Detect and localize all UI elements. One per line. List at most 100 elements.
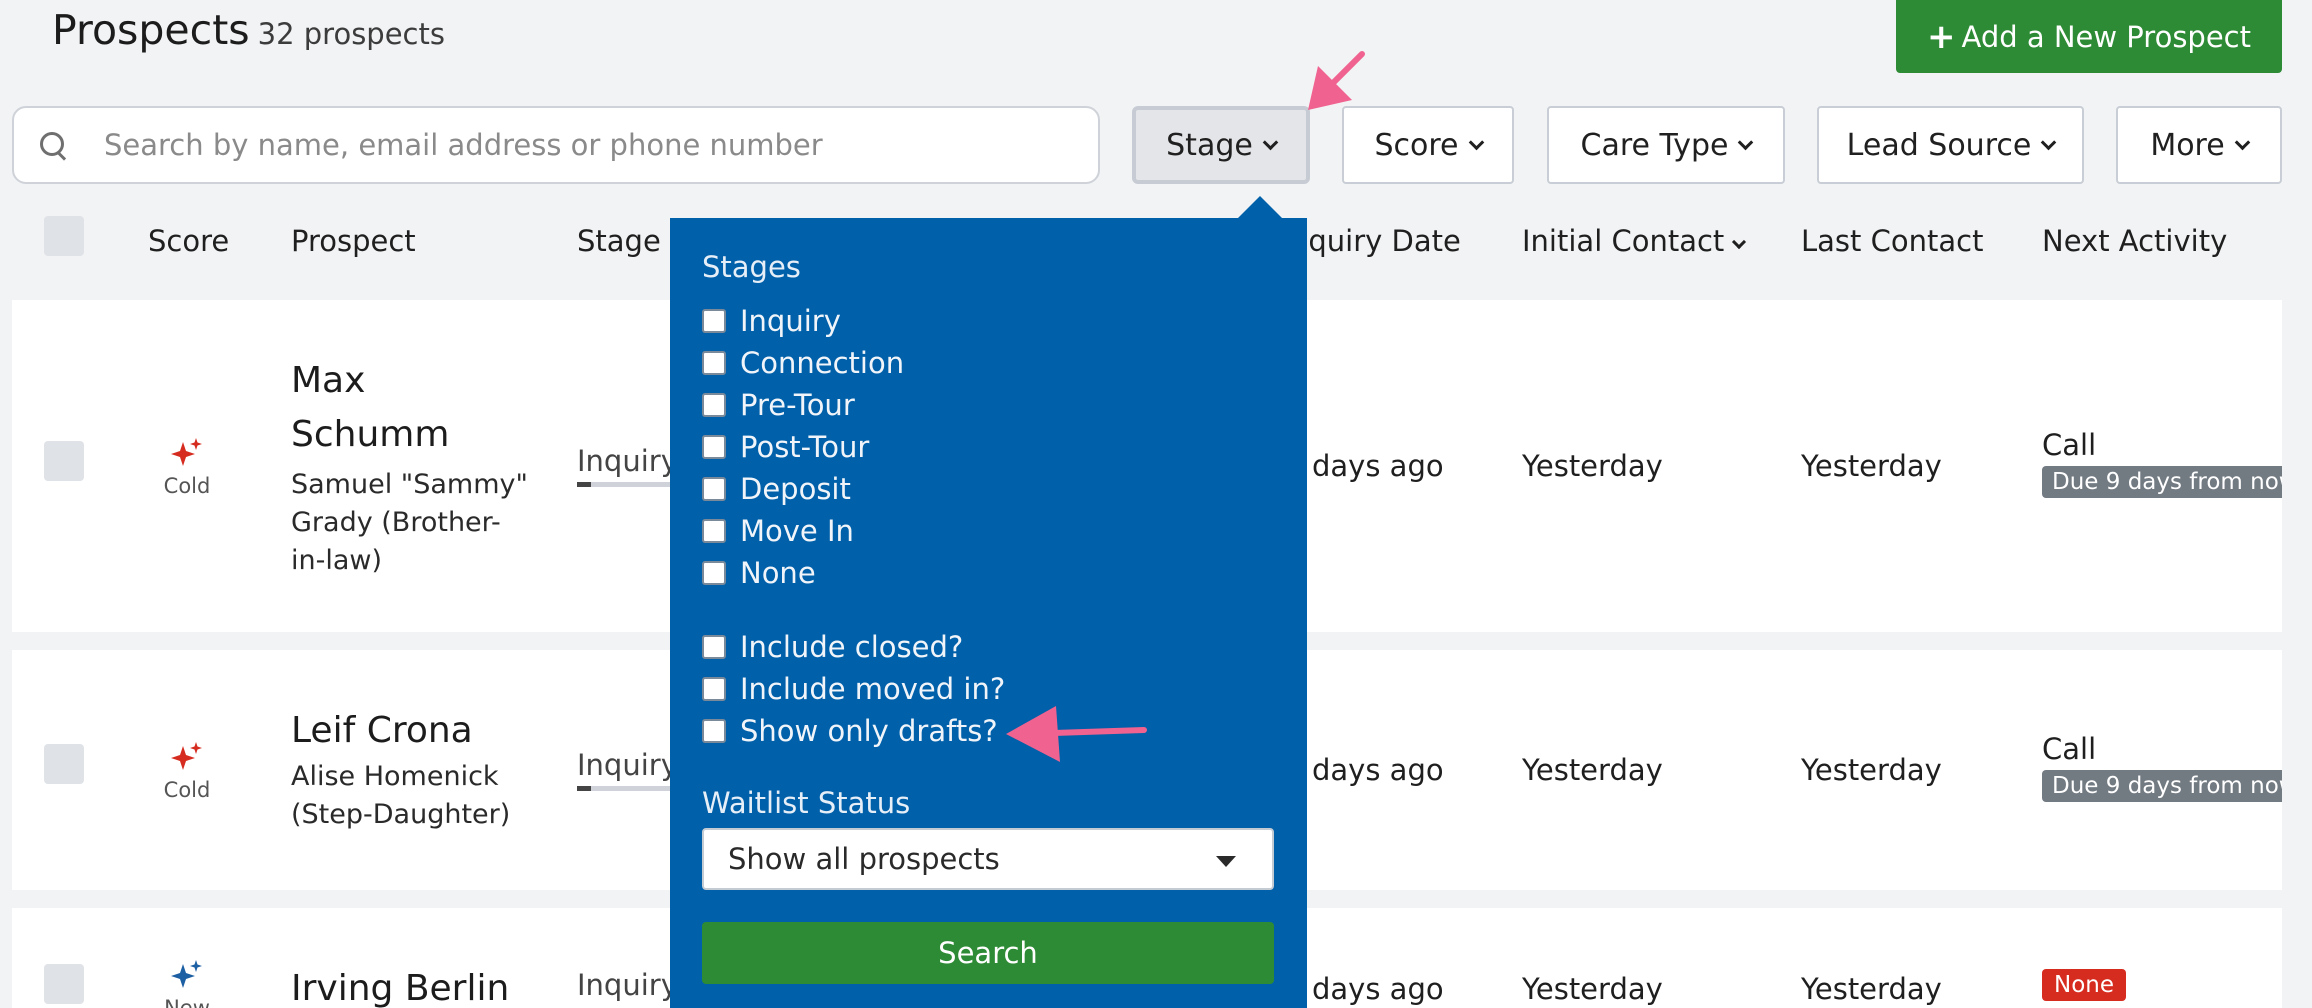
score-label: New <box>164 996 210 1008</box>
stage-option-connection[interactable]: Connection <box>702 346 904 380</box>
stage-option-label: None <box>740 556 816 590</box>
stage-option-label: Deposit <box>740 472 851 506</box>
last-contact-cell: Yesterday <box>1801 753 1942 787</box>
score-label: Cold <box>163 778 211 802</box>
lead-source-filter-label: Lead Source <box>1846 127 2032 163</box>
stage-option-label: Pre-Tour <box>740 388 855 422</box>
stage-label: Inquiry <box>577 748 678 782</box>
lead-source-filter-button[interactable]: Lead Source <box>1817 106 2084 184</box>
sparkle-icon <box>171 960 202 988</box>
row-checkbox[interactable] <box>44 441 84 481</box>
prospect-count: 32 prospects <box>257 17 445 51</box>
stage-option-none[interactable]: None <box>702 556 816 590</box>
stage-label: Inquiry <box>577 968 678 1002</box>
page-title: Prospects 32 prospects <box>52 6 445 54</box>
activity-title[interactable]: Call <box>2042 428 2282 462</box>
prospect-relation: Samuel "Sammy" <box>291 469 528 500</box>
checkbox[interactable] <box>702 677 726 701</box>
column-header-last-contact[interactable]: Last Contact <box>1801 224 1983 258</box>
chevron-down-icon <box>2041 134 2057 150</box>
plus-icon: + <box>1926 16 1956 57</box>
stages-heading: Stages <box>702 250 801 284</box>
prospect-name-link[interactable]: Schumm <box>291 408 528 462</box>
stage-option-label: Move In <box>740 514 854 548</box>
activity-title[interactable]: Call <box>2042 732 2282 766</box>
initial-contact-cell: Yesterday <box>1522 449 1663 483</box>
stage-option-move-in[interactable]: Move In <box>702 514 854 548</box>
stage-cell: Inquiry <box>577 444 678 487</box>
show-only-drafts-option[interactable]: Show only drafts? <box>702 714 998 748</box>
prospect-cell: Max Schumm Samuel "Sammy" Grady (Brother… <box>291 354 528 580</box>
stage-label: Inquiry <box>577 444 678 478</box>
option-label: Include moved in? <box>740 672 1006 706</box>
initial-contact-label: Initial Contact <box>1522 224 1725 258</box>
checkbox[interactable] <box>702 561 726 585</box>
checkbox[interactable] <box>702 309 726 333</box>
stage-option-post-tour[interactable]: Post-Tour <box>702 430 869 464</box>
checkbox[interactable] <box>702 393 726 417</box>
option-label: Show only drafts? <box>740 714 998 748</box>
inquiry-date-cell: days ago <box>1312 972 1444 1006</box>
stage-filter-button[interactable]: Stage <box>1132 106 1310 184</box>
next-activity-cell: Call Due 9 days from now <box>2042 428 2282 498</box>
checkbox[interactable] <box>702 477 726 501</box>
column-header-stage[interactable]: Stage <box>577 224 661 258</box>
stage-option-label: Connection <box>740 346 905 380</box>
chevron-down-icon <box>1262 134 1279 150</box>
initial-contact-cell: Yesterday <box>1522 972 1663 1006</box>
next-activity-cell: Call Due 9 days from now <box>2042 732 2282 802</box>
row-checkbox[interactable] <box>44 744 84 784</box>
column-header-inquiry-date[interactable]: nquiry Date <box>1290 224 1461 258</box>
score-label: Cold <box>163 474 211 498</box>
inquiry-date-cell: days ago <box>1312 449 1444 483</box>
prospect-relation: Alise Homenick <box>291 761 499 792</box>
checkbox[interactable] <box>702 635 726 659</box>
prospect-name-link[interactable]: Irving Berlin <box>291 962 509 1008</box>
add-prospect-label: Add a New Prospect <box>1961 19 2251 54</box>
select-all-checkbox[interactable] <box>44 216 84 256</box>
due-badge: Due 9 days from now <box>2042 466 2282 498</box>
waitlist-heading: Waitlist Status <box>702 786 911 820</box>
more-filter-button[interactable]: More <box>2116 106 2282 184</box>
care-type-filter-button[interactable]: Care Type <box>1547 106 1785 184</box>
caret-down-icon <box>1216 856 1236 867</box>
add-prospect-button[interactable]: + Add a New Prospect <box>1896 0 2282 73</box>
dropdown-caret <box>1238 196 1282 218</box>
score-filter-label: Score <box>1374 127 1459 163</box>
last-contact-cell: Yesterday <box>1801 972 1942 1006</box>
row-checkbox[interactable] <box>44 964 84 1004</box>
checkbox[interactable] <box>702 435 726 459</box>
waitlist-status-select[interactable]: Show all prospects <box>702 828 1274 890</box>
sparkle-icon <box>171 742 202 770</box>
stage-option-inquiry[interactable]: Inquiry <box>702 304 841 338</box>
checkbox[interactable] <box>702 519 726 543</box>
prospect-cell: Leif Crona Alise Homenick (Step-Daughter… <box>291 704 510 834</box>
next-activity-cell: None <box>2042 969 2127 1001</box>
score-cell: Cold <box>150 436 224 498</box>
stage-option-deposit[interactable]: Deposit <box>702 472 851 506</box>
initial-contact-cell: Yesterday <box>1522 753 1663 787</box>
stage-filter-dropdown: Stages Inquiry Connection Pre-Tour Post-… <box>670 218 1307 1008</box>
prospect-name-link[interactable]: Leif Crona <box>291 704 510 758</box>
column-header-score[interactable]: Score <box>148 224 229 258</box>
column-header-initial-contact[interactable]: Initial Contact <box>1522 224 1747 258</box>
stage-option-pre-tour[interactable]: Pre-Tour <box>702 388 855 422</box>
include-moved-in-option[interactable]: Include moved in? <box>702 672 1005 706</box>
more-filter-label: More <box>2150 127 2225 163</box>
column-header-prospect[interactable]: Prospect <box>291 224 416 258</box>
score-cell: New <box>150 958 224 1008</box>
search-placeholder: Search by name, email address or phone n… <box>104 128 823 162</box>
chevron-down-icon <box>1468 134 1484 150</box>
care-type-filter-label: Care Type <box>1580 127 1729 163</box>
waitlist-selected-value: Show all prospects <box>728 842 1000 876</box>
column-header-next-activity[interactable]: Next Activity <box>2042 224 2227 258</box>
checkbox[interactable] <box>702 351 726 375</box>
chevron-down-icon <box>1738 134 1754 150</box>
due-badge: Due 9 days from now <box>2042 770 2282 802</box>
prospect-relation: (Step-Daughter) <box>291 799 511 830</box>
search-input[interactable]: Search by name, email address or phone n… <box>12 106 1100 184</box>
checkbox[interactable] <box>702 719 726 743</box>
prospect-name-link[interactable]: Max <box>291 354 528 408</box>
search-button[interactable]: Search <box>702 922 1274 984</box>
include-closed-option[interactable]: Include closed? <box>702 630 963 664</box>
